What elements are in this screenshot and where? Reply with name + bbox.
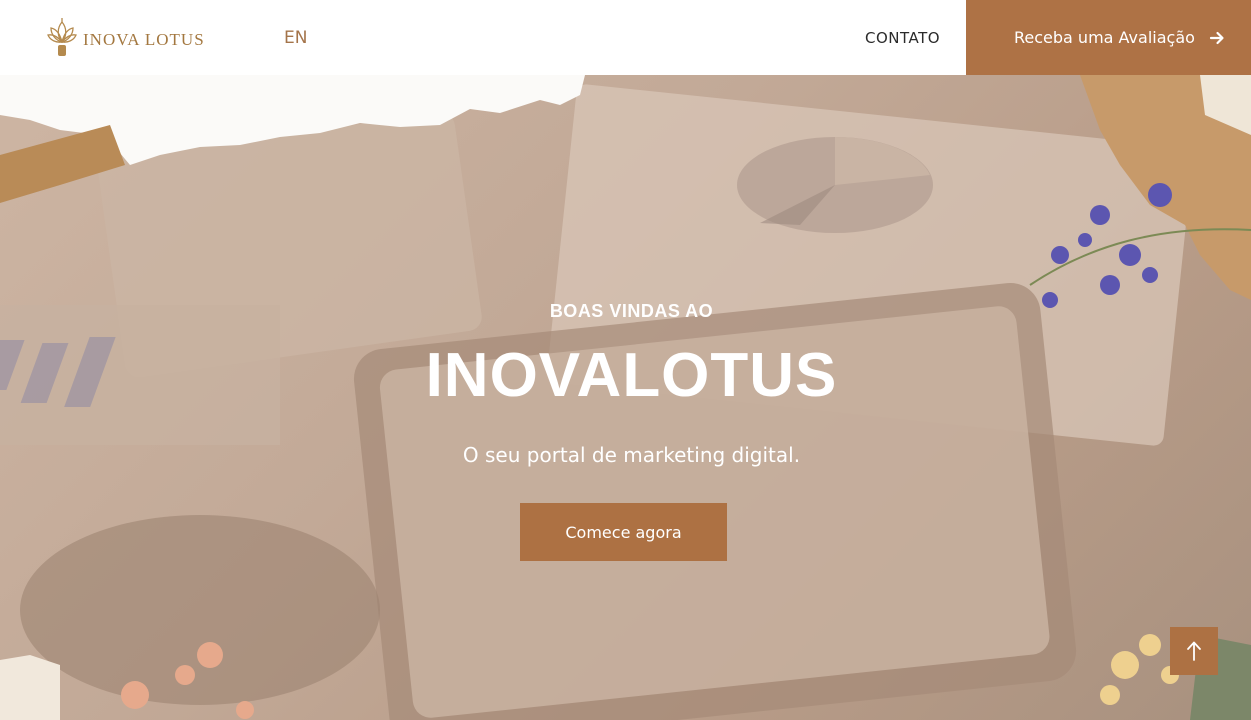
cta-evaluation-label: Receba uma Avaliação bbox=[1014, 28, 1195, 47]
lotus-icon bbox=[47, 18, 77, 56]
nav-contact-link[interactable]: CONTATO bbox=[865, 29, 940, 47]
language-switch[interactable]: EN bbox=[284, 28, 307, 48]
cta-evaluation-button[interactable]: Receba uma Avaliação bbox=[966, 0, 1251, 75]
site-header: INOVA LOTUS EN CONTATO Receba uma Avalia… bbox=[0, 0, 1251, 75]
arrow-right-icon bbox=[1209, 31, 1224, 44]
scroll-to-top-button[interactable] bbox=[1170, 627, 1218, 675]
get-started-button[interactable]: Comece agora bbox=[520, 503, 727, 561]
arrow-up-icon bbox=[1187, 641, 1201, 661]
hero-background bbox=[0, 75, 1251, 720]
hero-background-image bbox=[0, 75, 1251, 720]
logo-link[interactable]: INOVA LOTUS bbox=[47, 16, 205, 58]
logo-text: INOVA LOTUS bbox=[83, 30, 205, 49]
